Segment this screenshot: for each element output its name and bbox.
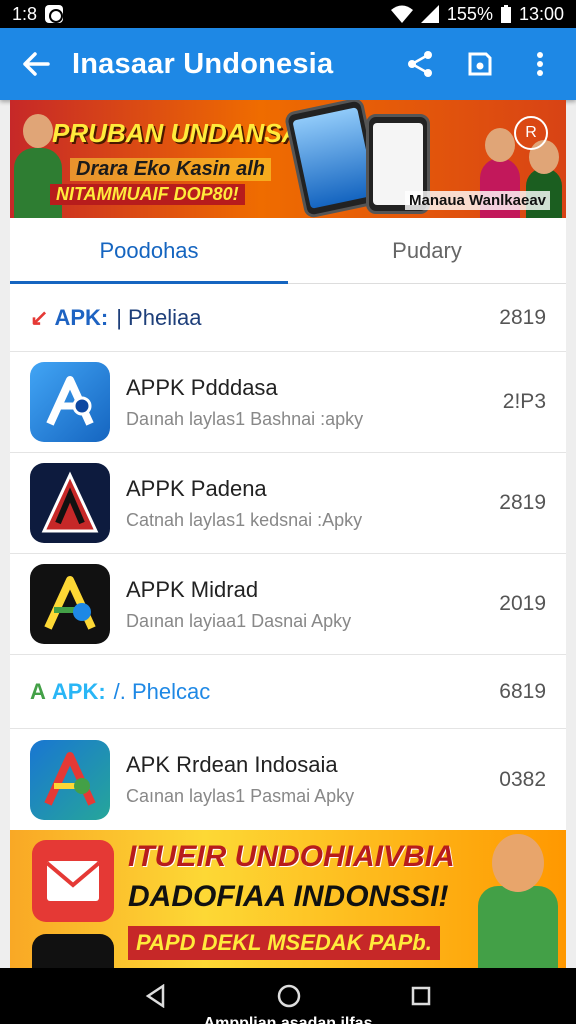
tab-poodohas[interactable]: Poodohas (10, 218, 288, 284)
section-year: 6819 (499, 679, 546, 703)
top-promo-banner[interactable]: PRUBAN UNDANSA Drara Eko Kasin alh NITAM… (10, 100, 566, 218)
status-right: 155% 13:00 (390, 3, 564, 25)
recents-square-icon[interactable] (411, 986, 431, 1006)
banner-title: PRUBAN UNDANSA (52, 118, 301, 148)
app-year: 2019 (499, 592, 546, 615)
banner-tagline: NITAMMUAIF DOP80! (50, 184, 245, 205)
bottom-banner-tagline: PAPD DEKL MSEDAK PAPb. (128, 926, 440, 960)
app-a-icon (44, 576, 96, 630)
list-section-header[interactable]: A APK: /. Phelcac 6819 (10, 655, 566, 729)
app-bar-actions (392, 36, 576, 92)
banner-subtitle: Drara Eko Kasin alh (70, 158, 271, 181)
save-button[interactable] (452, 36, 508, 92)
bottom-banner-subtitle: DADOFIAA INDONSSI! (128, 880, 449, 913)
app-name: APPK Padena (126, 475, 267, 501)
app-year: 2819 (499, 491, 546, 514)
status-time-left: 1:8 (12, 3, 38, 24)
app-description: Daınah laylas1 Bashnai :apky (126, 408, 364, 429)
wifi-icon (390, 5, 413, 23)
banner-person-left (14, 114, 62, 218)
signal-icon (420, 5, 439, 23)
back-button[interactable] (0, 28, 72, 100)
list-item[interactable]: APPK Midrad Daınan layiaa1 Dasnai Apky 2… (10, 554, 566, 655)
app-description: Daınan layiaa1 Dasnai Apky (126, 610, 352, 631)
app-text: APPK Padena Catnah laylas1 kedsnai :Apky (126, 476, 362, 531)
home-circle-icon[interactable] (277, 984, 301, 1008)
app-list: ↙ APK: | Pheliaa 2819 APPK Pdddasa Daına… (10, 284, 566, 830)
app-name: APPK Pdddasa (126, 374, 278, 400)
bottom-banner-title: ITUEIR UNDOHIAIVBIA (128, 840, 455, 873)
tab-bar: Poodohas Pudary (10, 218, 566, 284)
list-section-header[interactable]: ↙ APK: | Pheliaa 2819 (10, 284, 566, 352)
more-button[interactable] (512, 36, 568, 92)
status-bar: 1:8 155% 13:00 (0, 0, 576, 28)
bottom-promo-banner[interactable]: ITUEIR UNDOHIAIVBIA DADOFIAA INDONSSI! P… (10, 830, 566, 970)
back-arrow-icon (23, 52, 50, 76)
mail-app-icon (32, 840, 114, 922)
app-description: Caınan laylas1 Pasmai Apky (126, 786, 355, 806)
app-text: APPK Pdddasa Daınah laylas1 Bashnai :apk… (126, 375, 363, 430)
app-text: APPK Midrad Daınan layiaa1 Dasnai Apky (126, 577, 351, 632)
banner-mascot (478, 834, 558, 970)
app-icon-red-a (30, 463, 110, 543)
app-icon-black-a (30, 564, 110, 644)
section-year: 2819 (499, 305, 546, 329)
section-apk-label: APK: (51, 678, 106, 704)
app-icon-blue-a (30, 362, 110, 442)
section-apk-label: APK: (54, 304, 109, 330)
share-button[interactable] (392, 36, 448, 92)
section-label: | Pheliaa (116, 304, 202, 330)
app-name: APK Rrdean Indosaia (126, 752, 338, 777)
notification-icon (45, 5, 64, 23)
status-left: 1:8 (12, 4, 391, 25)
banner-badge: R (514, 116, 548, 150)
status-clock: 13:00 (518, 3, 564, 24)
apk-logo-icon: A (30, 678, 46, 704)
banner-caption: Manaua Wanlkaeav (405, 191, 550, 210)
app-icon-colorful-a (30, 739, 110, 820)
promo-app-icon (32, 934, 114, 970)
app-text: APK Rrdean Indosaia Caınan laylas1 Pasma… (126, 752, 354, 807)
list-item[interactable]: APK Rrdean Indosaia Caınan laylas1 Pasma… (10, 729, 566, 830)
save-icon (468, 52, 492, 76)
app-bar: Inasaar Undonesia (0, 28, 576, 100)
app-description: Catnah laylas1 kedsnai :Apky (126, 509, 363, 530)
app-year: 2!P3 (502, 390, 546, 413)
app-name: APPK Midrad (126, 576, 259, 602)
mail-icon (45, 861, 101, 901)
battery-level: 155% (446, 3, 493, 24)
tab-pudary[interactable]: Pudary (288, 218, 566, 283)
page-title: Inasaar Undonesia (72, 47, 334, 80)
app-a-icon (44, 751, 96, 806)
apk-logo-icon: ↙ (30, 304, 49, 330)
back-triangle-icon[interactable] (145, 984, 167, 1008)
app-a-icon (46, 376, 94, 426)
nav-caption: Ampplian asadan ilfas (203, 1015, 373, 1024)
more-vert-icon (537, 52, 543, 76)
list-item[interactable]: APPK Pdddasa Daınah laylas1 Bashnai :apk… (10, 352, 566, 453)
battery-icon (500, 5, 511, 23)
share-icon (408, 51, 432, 77)
section-label: /. Phelcac (113, 678, 211, 704)
app-year: 0382 (499, 767, 546, 791)
app-a-icon (41, 471, 99, 533)
list-item[interactable]: APPK Padena Catnah laylas1 kedsnai :Apky… (10, 453, 566, 554)
